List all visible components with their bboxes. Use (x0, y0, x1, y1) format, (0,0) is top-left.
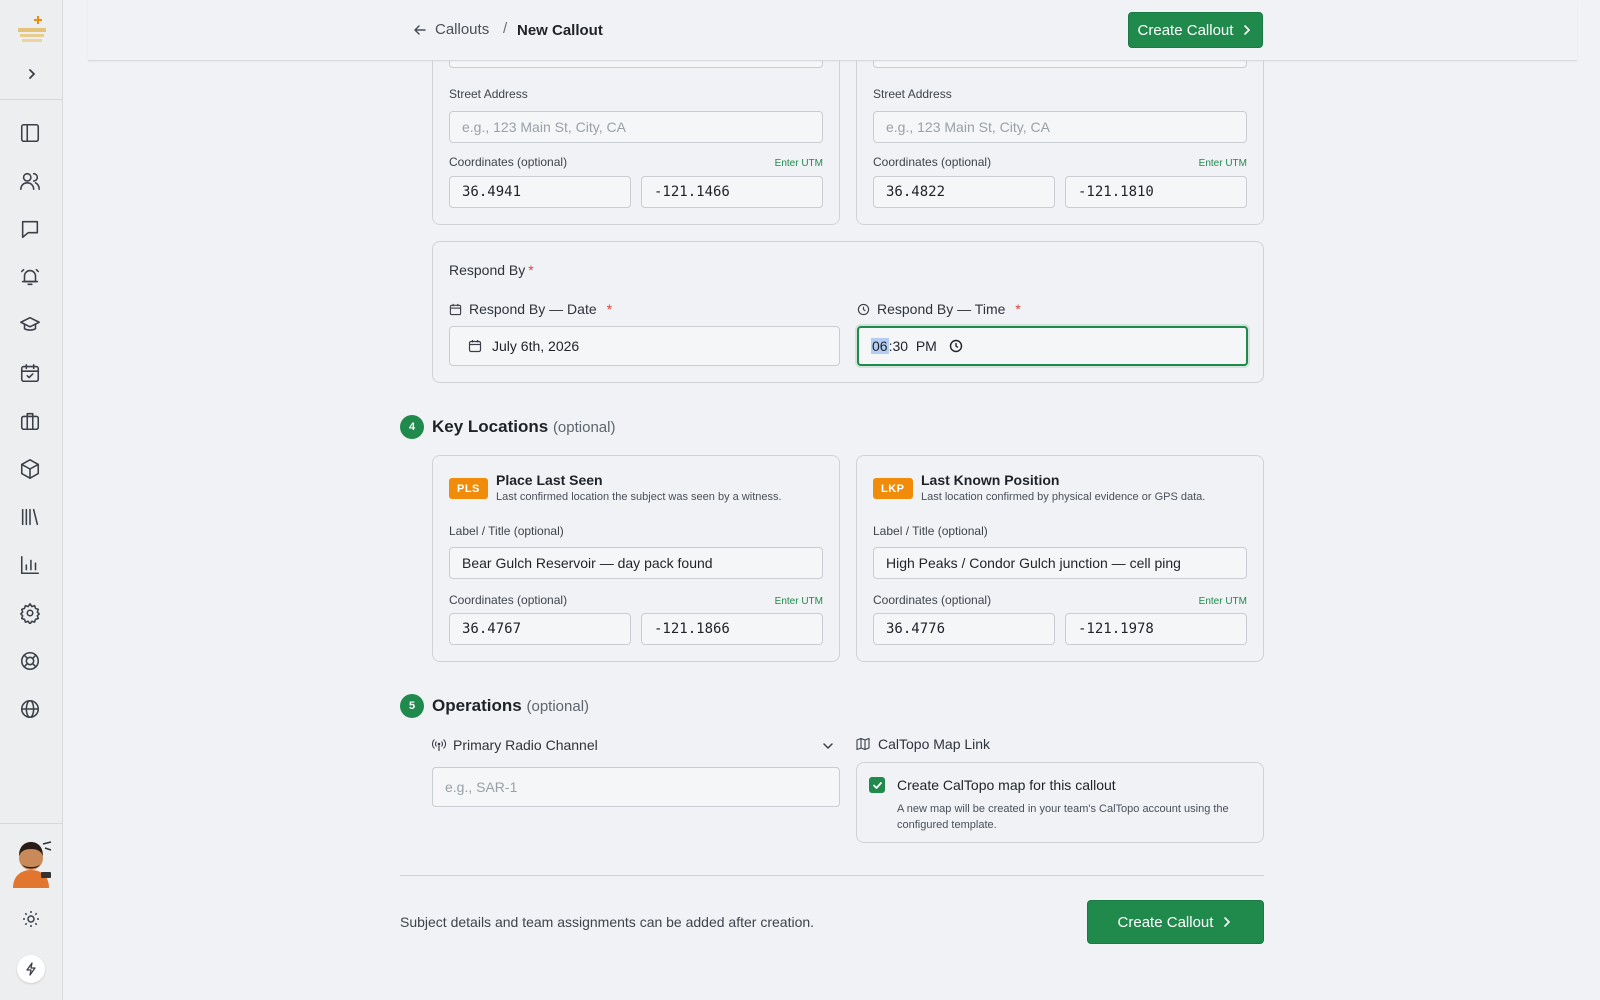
respond-by-title: Respond By * (449, 262, 534, 278)
package-icon[interactable] (18, 457, 42, 481)
coords-label: Coordinates (optional) (873, 593, 992, 607)
latitude-input[interactable]: 36.4767 (449, 613, 631, 645)
clock-icon (857, 303, 870, 315)
library-icon[interactable] (18, 505, 42, 529)
latitude-input[interactable]: 36.4776 (873, 613, 1055, 645)
step-badge-5: 5 (400, 694, 424, 718)
enter-utm-link[interactable]: Enter UTM (775, 596, 823, 607)
briefcase-icon[interactable] (18, 409, 42, 433)
time-rest: :30 PM (888, 338, 937, 354)
breadcrumb-callouts: Callouts (435, 21, 490, 38)
date-label: Respond By — Date * (449, 301, 612, 317)
calendar-check-icon[interactable] (18, 361, 42, 385)
radio-channel-label: Primary Radio Channel (432, 737, 598, 753)
longitude-input[interactable]: -121.1866 (641, 613, 823, 645)
create-callout-footer-button[interactable]: Create Callout (1087, 900, 1264, 944)
radio-icon (432, 739, 446, 751)
caltopo-label: CalTopo Map Link (856, 736, 990, 752)
latitude-input[interactable]: 36.4822 (873, 176, 1055, 208)
street-label: Street Address (449, 87, 528, 101)
lkp-title: Last Known Position (921, 472, 1060, 488)
pls-subtitle: Last confirmed location the subject was … (496, 491, 782, 503)
globe-icon[interactable] (18, 697, 42, 721)
avatar[interactable] (7, 838, 55, 888)
footer-note: Subject details and team assignments can… (400, 914, 815, 930)
chevron-right-icon (1244, 25, 1251, 35)
page-title: New Callout (517, 22, 603, 39)
longitude-input[interactable]: -121.1466 (641, 176, 823, 208)
graduation-cap-icon[interactable] (18, 313, 42, 337)
operations-title: Operations (optional) (432, 696, 590, 715)
street-label: Street Address (873, 87, 952, 101)
coords-label: Coordinates (optional) (873, 155, 992, 169)
radio-channel-input[interactable]: e.g., SAR-1 (432, 767, 840, 807)
caltopo-checkbox[interactable] (869, 777, 885, 793)
lifebuoy-icon[interactable] (18, 649, 42, 673)
enter-utm-link[interactable]: Enter UTM (1199, 158, 1247, 169)
coords-label: Coordinates (optional) (449, 155, 568, 169)
pls-title: Place Last Seen (496, 472, 603, 488)
sidebar (0, 0, 63, 1000)
caltopo-checkbox-label[interactable]: Create CalTopo map for this callout (897, 777, 1116, 793)
sidebar-divider (0, 823, 63, 824)
check-icon (872, 781, 882, 789)
create-callout-button[interactable]: Create Callout (1128, 12, 1263, 48)
map-icon (856, 737, 870, 751)
time-label: Respond By — Time * (857, 301, 1021, 317)
sidebar-divider (0, 99, 63, 100)
street-input[interactable]: e.g., 123 Main St, City, CA (449, 111, 823, 143)
time-input[interactable]: 06 :30 PM (857, 326, 1248, 366)
calendar-icon (449, 303, 462, 315)
enter-utm-link[interactable]: Enter UTM (775, 158, 823, 169)
expand-sidebar-icon[interactable] (22, 64, 42, 84)
create-callout-label: Create Callout (1117, 913, 1214, 931)
latitude-input[interactable]: 36.4941 (449, 176, 631, 208)
pls-tag: PLS (449, 478, 488, 499)
time-hour-segment[interactable]: 06 (871, 338, 889, 354)
theme-toggle-icon[interactable] (22, 910, 40, 928)
key-locations-title: Key Locations (optional) (432, 417, 616, 436)
users-icon[interactable] (18, 169, 42, 193)
longitude-input[interactable]: -121.1978 (1065, 613, 1247, 645)
calendar-icon (468, 340, 482, 353)
street-input[interactable]: e.g., 123 Main St, City, CA (873, 111, 1247, 143)
caltopo-description: A new map will be created in your team's… (897, 803, 1229, 831)
bolt-icon[interactable] (17, 955, 45, 983)
lkp-card: LKP Last Known Position Last location co… (856, 455, 1264, 662)
pls-label-input[interactable]: Bear Gulch Reservoir — day pack found (449, 547, 823, 579)
clock-icon[interactable] (949, 339, 963, 353)
pls-card: PLS Place Last Seen Last confirmed locat… (432, 455, 840, 662)
date-value: July 6th, 2026 (492, 338, 580, 354)
alarm-icon[interactable] (18, 265, 42, 289)
enter-utm-link[interactable]: Enter UTM (1199, 596, 1247, 607)
caltopo-card: Create CalTopo map for this callout A ne… (856, 762, 1264, 843)
create-callout-label: Create Callout (1137, 21, 1234, 39)
footer-divider (400, 875, 1264, 876)
lkp-label-label: Label / Title (optional) (873, 524, 988, 538)
lkp-tag: LKP (873, 478, 913, 499)
panel-icon[interactable] (18, 121, 42, 145)
lkp-subtitle: Last location confirmed by physical evid… (921, 491, 1206, 503)
team-logo[interactable] (16, 14, 48, 46)
top-header: Callouts / New Callout Create Callout (88, 0, 1577, 61)
chevron-right-icon (1224, 917, 1231, 927)
respond-by-card: Respond By * Respond By — Date * July 6th,… (432, 241, 1264, 383)
bar-chart-icon[interactable] (18, 553, 42, 577)
pls-label-label: Label / Title (optional) (449, 524, 564, 538)
gear-icon[interactable] (18, 601, 42, 625)
chevron-down-icon[interactable] (822, 739, 834, 755)
arrow-left-icon (414, 24, 426, 35)
chat-icon[interactable] (18, 217, 42, 241)
longitude-input[interactable]: -121.1810 (1065, 176, 1247, 208)
breadcrumb-back-link[interactable]: Callouts (413, 21, 489, 38)
lkp-label-input[interactable]: High Peaks / Condor Gulch junction — cel… (873, 547, 1247, 579)
coords-label: Coordinates (optional) (449, 593, 568, 607)
breadcrumb-separator: / (503, 20, 508, 37)
date-picker[interactable]: July 6th, 2026 (449, 326, 840, 366)
step-badge-4: 4 (400, 415, 424, 439)
